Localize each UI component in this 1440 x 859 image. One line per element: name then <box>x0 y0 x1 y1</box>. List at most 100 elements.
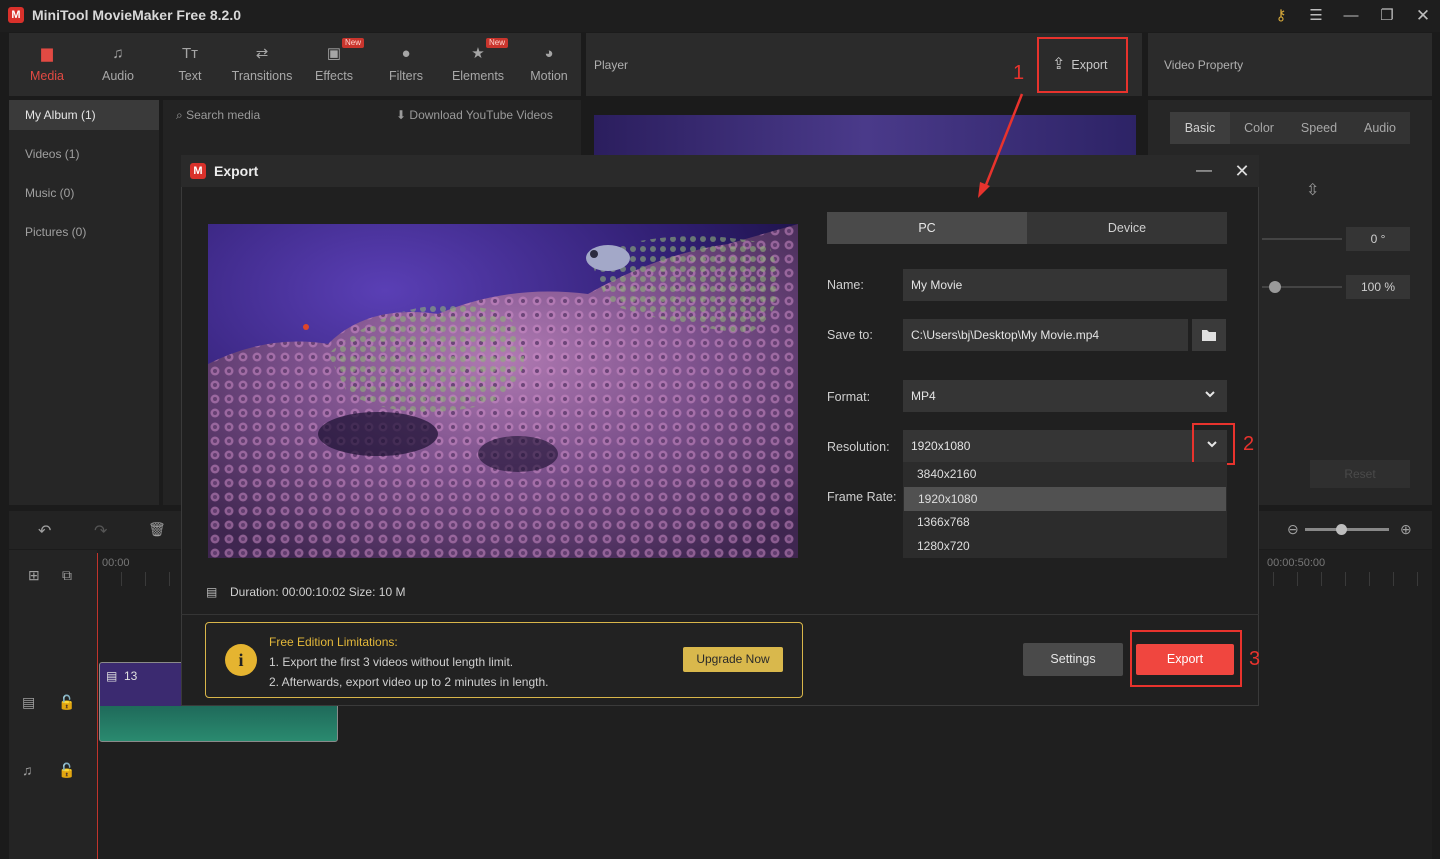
rotation-slider[interactable] <box>1262 238 1342 240</box>
scale-value[interactable]: 100 % <box>1346 275 1410 299</box>
lock-icon[interactable]: 🔓 <box>58 762 75 779</box>
dialog-divider <box>181 614 1259 615</box>
dialog-header <box>181 155 1259 187</box>
format-select[interactable]: MP4 <box>903 380 1227 412</box>
name-field[interactable]: My Movie <box>903 269 1227 301</box>
save-to-label: Save to: <box>827 328 873 342</box>
limits-title: Free Edition Limitations: <box>269 635 398 649</box>
lock-icon[interactable]: 🔓 <box>58 694 75 711</box>
annotation-number-3: 3 <box>1249 648 1261 670</box>
add-track-icon[interactable]: ⊞ <box>28 567 40 584</box>
dialog-close-icon[interactable]: ✕ <box>1230 160 1254 184</box>
chevron-down-icon[interactable] <box>1204 388 1216 403</box>
annotation-box-player-export <box>1037 37 1128 93</box>
format-label: Format: <box>827 390 871 404</box>
tab-device[interactable]: Device <box>1027 212 1227 244</box>
zoom-slider[interactable] <box>1305 528 1389 531</box>
annotation-number-2: 2 <box>1243 433 1255 455</box>
timeline-start-time: 00:00 <box>102 557 130 569</box>
menu-icon[interactable]: ☰ <box>1303 4 1329 28</box>
maximize-icon[interactable]: ❐ <box>1374 4 1400 28</box>
timeline-end-time: 00:00:50:00 <box>1267 557 1326 569</box>
browse-folder-button[interactable] <box>1192 319 1226 351</box>
media-toolbar: ▆ Media ♫ Audio Tт Text ⇄ Transitions Ne… <box>9 33 581 96</box>
zoom-in-icon[interactable]: ⊕ <box>1400 521 1412 538</box>
tab-label: Effects <box>315 69 353 83</box>
resolution-value: 1920x1080 <box>911 439 971 453</box>
tab-audio-prop[interactable]: Audio <box>1350 112 1410 144</box>
tab-media[interactable]: ▆ Media <box>11 33 83 96</box>
tab-text[interactable]: Tт Text <box>154 33 226 96</box>
tab-label: Text <box>178 69 202 83</box>
tab-label: Audio <box>102 69 134 83</box>
download-youtube-button[interactable]: ⬇ Download YouTube Videos <box>396 108 553 122</box>
dialog-title: Export <box>214 163 259 179</box>
tab-audio[interactable]: ♫ Audio <box>82 33 154 96</box>
new-badge: New <box>342 38 365 48</box>
resolution-option[interactable]: 1366x768 <box>903 510 1227 534</box>
transitions-icon: ⇄ <box>255 45 269 62</box>
video-property-tabs: Basic Color Speed Audio <box>1170 112 1410 144</box>
key-icon[interactable]: ⚷ <box>1268 4 1294 28</box>
resolution-select[interactable]: 1920x1080 <box>903 430 1227 462</box>
scale-slider-handle[interactable] <box>1269 281 1281 293</box>
rotation-value[interactable]: 0 ° <box>1346 227 1410 251</box>
album-item-my-album[interactable]: My Album (1) <box>9 100 159 130</box>
tab-effects[interactable]: New ▣ Effects <box>298 33 370 96</box>
name-label: Name: <box>827 278 864 292</box>
download-icon: ⬇ <box>396 108 407 122</box>
tab-speed[interactable]: Speed <box>1288 112 1350 144</box>
frame-rate-label: Frame Rate: <box>827 490 897 504</box>
upgrade-now-button[interactable]: Upgrade Now <box>683 647 783 672</box>
playhead[interactable] <box>97 553 98 859</box>
save-path-field[interactable]: C:\Users\bj\Desktop\My Movie.mp4 <box>903 319 1188 351</box>
filters-icon: ● <box>401 45 411 62</box>
app-logo-icon: M <box>8 7 24 23</box>
reset-button[interactable]: Reset <box>1310 460 1410 488</box>
limits-line-2: 2. Afterwards, export video up to 2 minu… <box>269 675 549 689</box>
tab-color[interactable]: Color <box>1230 112 1288 144</box>
close-icon[interactable]: ✕ <box>1410 4 1436 28</box>
settings-button[interactable]: Settings <box>1023 643 1123 676</box>
export-preview-image <box>208 224 798 558</box>
tab-label: Elements <box>451 69 505 83</box>
limits-line-1: 1. Export the first 3 videos without len… <box>269 655 514 669</box>
video-track-icon: ▤ <box>22 694 36 710</box>
elements-icon: ★ <box>471 45 485 62</box>
download-label: Download YouTube Videos <box>409 108 553 122</box>
info-icon: i <box>225 644 257 676</box>
album-panel: My Album (1) Videos (1) Music (0) Pictur… <box>9 100 159 505</box>
resolution-option[interactable]: 3840x2160 <box>903 462 1227 486</box>
resolution-option-selected[interactable]: 1920x1080 <box>904 487 1226 511</box>
undo-icon[interactable]: ↶ <box>38 521 51 541</box>
tab-elements[interactable]: New ★ Elements <box>442 33 514 96</box>
dialog-minimize-icon[interactable]: — <box>1192 160 1216 184</box>
resolution-option[interactable]: 1280x720 <box>903 534 1227 558</box>
audio-track-icon: ♫ <box>22 762 33 778</box>
new-badge: New <box>486 38 509 48</box>
zoom-slider-handle[interactable] <box>1336 524 1347 535</box>
motion-icon: ◕ <box>544 45 554 62</box>
minimize-icon[interactable]: — <box>1338 4 1364 28</box>
album-item-pictures[interactable]: Pictures (0) <box>9 217 159 247</box>
zoom-out-icon[interactable]: ⊖ <box>1287 521 1299 538</box>
duration-size-text: Duration: 00:00:10:02 Size: 10 M <box>230 585 406 599</box>
album-item-music[interactable]: Music (0) <box>9 178 159 208</box>
search-placeholder: Search media <box>186 108 261 122</box>
tab-basic[interactable]: Basic <box>1170 112 1230 144</box>
delete-icon[interactable]: 🗑 <box>148 521 166 538</box>
copy-track-icon[interactable]: ⧉ <box>62 567 72 584</box>
app-title: MiniTool MovieMaker Free 8.2.0 <box>32 7 242 23</box>
redo-icon[interactable]: ↷ <box>94 521 107 541</box>
tab-filters[interactable]: ● Filters <box>370 33 442 96</box>
resolution-label: Resolution: <box>827 440 890 454</box>
clip-film-icon: ▤ <box>106 669 118 683</box>
folder-icon: ▆ <box>41 45 53 62</box>
tab-pc[interactable]: PC <box>827 212 1027 244</box>
album-item-videos[interactable]: Videos (1) <box>9 139 159 169</box>
tab-motion[interactable]: ◕ Motion <box>513 33 585 96</box>
flip-vertical-icon[interactable]: ⇳ <box>1306 180 1319 200</box>
search-media-input[interactable]: ⌕ Search media <box>176 108 260 123</box>
tab-label: Motion <box>530 69 568 83</box>
tab-transitions[interactable]: ⇄ Transitions <box>226 33 298 96</box>
